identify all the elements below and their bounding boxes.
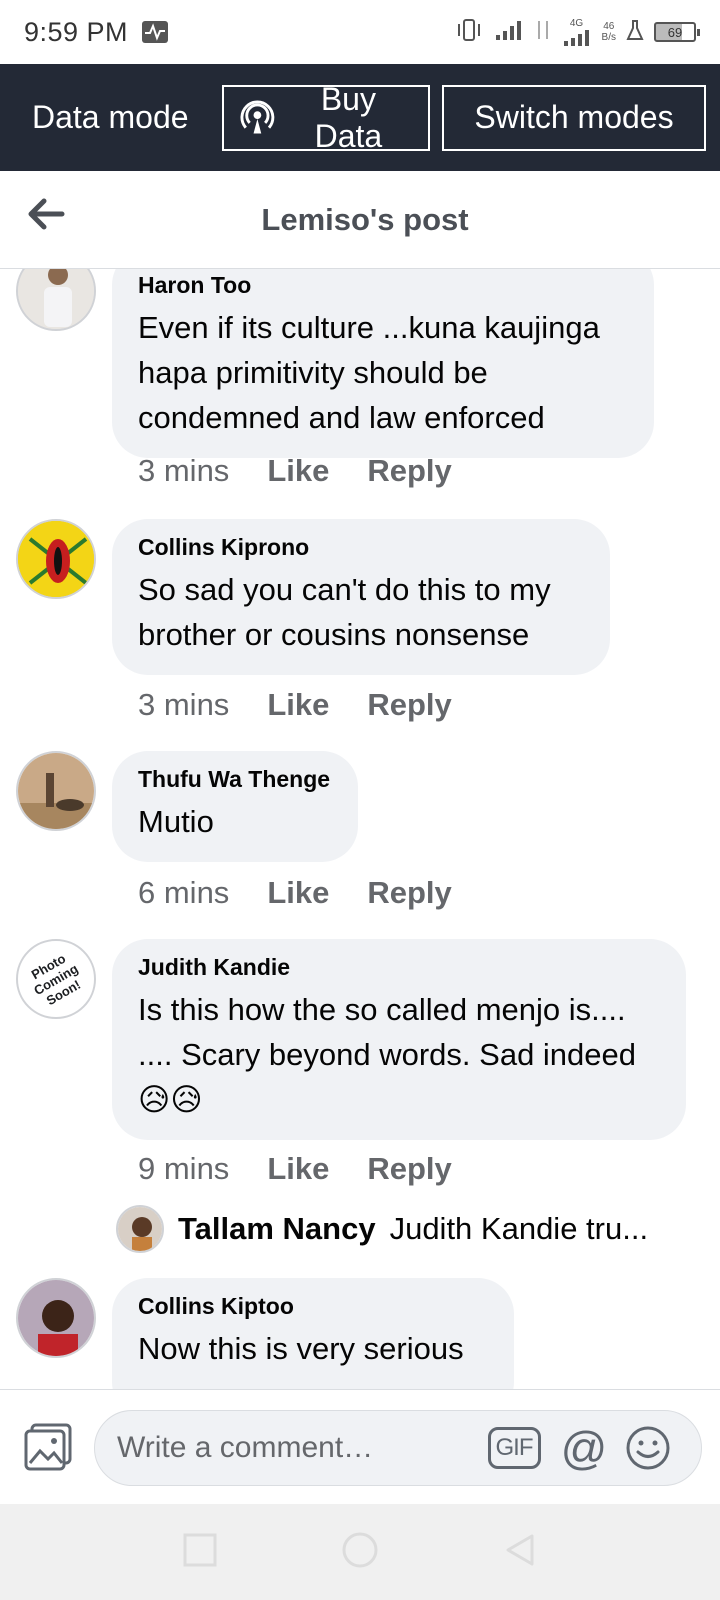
comment-bubble: Thufu Wa Thenge Mutio xyxy=(112,751,358,862)
comment-text: Is this how the so called menjo is.... .… xyxy=(138,992,637,1072)
like-button[interactable]: Like xyxy=(267,875,329,911)
comment-emoji: 😥😥 xyxy=(138,1082,203,1117)
comment-time: 9 mins xyxy=(138,1151,230,1186)
comment-bubble: Collins Kiprono So sad you can't do this… xyxy=(112,519,610,675)
avatar[interactable] xyxy=(16,751,96,831)
switch-modes-button[interactable]: Switch modes xyxy=(442,84,706,151)
comment-bubble: Collins Kiptoo Now this is very serious xyxy=(112,1278,514,1389)
page-title: Lemiso's post xyxy=(261,201,469,237)
status-bar: 9:59 PM 4G 46 B/s 69 xyxy=(0,0,720,64)
switch-modes-label: Switch modes xyxy=(474,99,674,135)
network-type: 4G xyxy=(562,18,592,47)
avatar[interactable] xyxy=(16,519,96,599)
battery-icon: 69 xyxy=(654,22,700,42)
gif-button[interactable]: GIF xyxy=(487,1423,541,1473)
comment-author[interactable]: Thufu Wa Thenge xyxy=(138,765,332,793)
buy-data-label: Buy Data xyxy=(314,80,383,154)
signal-icon xyxy=(494,18,524,47)
comment-composer: GIF @ xyxy=(0,1389,720,1504)
reply-author: Tallam Nancy xyxy=(178,1211,376,1246)
comment-text: Now this is very serious xyxy=(138,1331,464,1366)
like-button[interactable]: Like xyxy=(267,453,329,489)
vibrate-icon xyxy=(454,18,484,47)
comment-text: Mutio xyxy=(138,804,214,839)
comment-meta: 3 mins Like Reply xyxy=(138,453,452,489)
comment-author[interactable]: Collins Kiprono xyxy=(138,533,584,561)
mention-icon: @ xyxy=(560,1422,608,1474)
comment-input[interactable] xyxy=(117,1431,477,1465)
comment-time: 3 mins xyxy=(138,687,230,722)
data-transfer-icon xyxy=(534,18,552,47)
reply-button[interactable]: Reply xyxy=(367,453,451,489)
buy-data-button[interactable]: Buy Data xyxy=(222,81,430,154)
reply-button[interactable]: Reply xyxy=(367,875,451,911)
smiley-icon xyxy=(626,1426,670,1470)
avatar[interactable]: Photo Coming Soon! xyxy=(16,939,96,1019)
avatar xyxy=(116,1205,164,1253)
comment-meta: 6 mins Like Reply xyxy=(138,875,452,911)
like-button[interactable]: Like xyxy=(267,1151,329,1187)
emoji-button[interactable] xyxy=(623,1423,673,1473)
comment-meta: 9 mins Like Reply xyxy=(138,1151,452,1187)
post-header: Lemiso's post xyxy=(0,171,720,269)
comment-time: 3 mins xyxy=(138,453,230,488)
comment-author[interactable]: Judith Kandie xyxy=(138,953,660,981)
comment-author[interactable]: Haron Too xyxy=(138,271,628,299)
status-time: 9:59 PM xyxy=(24,16,129,47)
like-button[interactable]: Like xyxy=(267,687,329,723)
comment-bubble: Judith Kandie Is this how the so called … xyxy=(112,939,686,1140)
home-button[interactable] xyxy=(341,1531,379,1574)
photo-icon[interactable] xyxy=(22,1421,74,1473)
reply-preview[interactable]: Tallam Nancy Judith Kandie tru... xyxy=(116,1205,648,1253)
broadcast-icon xyxy=(240,100,275,133)
recents-button[interactable] xyxy=(182,1532,218,1573)
comment-text: Even if its culture ...kuna kaujinga hap… xyxy=(138,310,600,435)
back-button[interactable] xyxy=(502,1532,538,1573)
net-speed: 46 B/s xyxy=(602,21,616,43)
comment-bubble: Haron Too Even if its culture ...kuna ka… xyxy=(112,269,654,458)
gif-icon: GIF xyxy=(487,1427,541,1469)
activity-icon xyxy=(142,21,169,43)
comment-meta: 3 mins Like Reply xyxy=(138,687,452,723)
comment-list: Haron Too Even if its culture ...kuna ka… xyxy=(0,269,720,1389)
comment-input-wrapper: GIF @ xyxy=(94,1410,702,1486)
reply-button[interactable]: Reply xyxy=(367,1151,451,1187)
avatar[interactable] xyxy=(16,269,96,331)
reply-button[interactable]: Reply xyxy=(367,687,451,723)
mention-button[interactable]: @ xyxy=(559,1423,609,1473)
data-mode-label: Data mode xyxy=(32,99,189,135)
comment-author[interactable]: Collins Kiptoo xyxy=(138,1292,488,1320)
net-speed-value: 46 xyxy=(603,21,615,32)
back-arrow-icon[interactable] xyxy=(26,197,70,237)
avatar-placeholder-text: Photo Coming Soon! xyxy=(28,950,84,1008)
flask-icon xyxy=(626,19,644,46)
net-speed-unit: B/s xyxy=(601,32,616,43)
data-mode-bar: Data mode Buy Data Switch modes xyxy=(0,64,720,171)
network-type-label: 4G xyxy=(569,17,584,29)
comment-time: 6 mins xyxy=(138,875,230,910)
system-nav-bar xyxy=(0,1504,720,1600)
comment-text: So sad you can't do this to my brother o… xyxy=(138,572,551,652)
battery-level: 69 xyxy=(667,24,683,40)
avatar[interactable] xyxy=(16,1278,96,1358)
reply-text: Judith Kandie tru... xyxy=(389,1211,649,1246)
